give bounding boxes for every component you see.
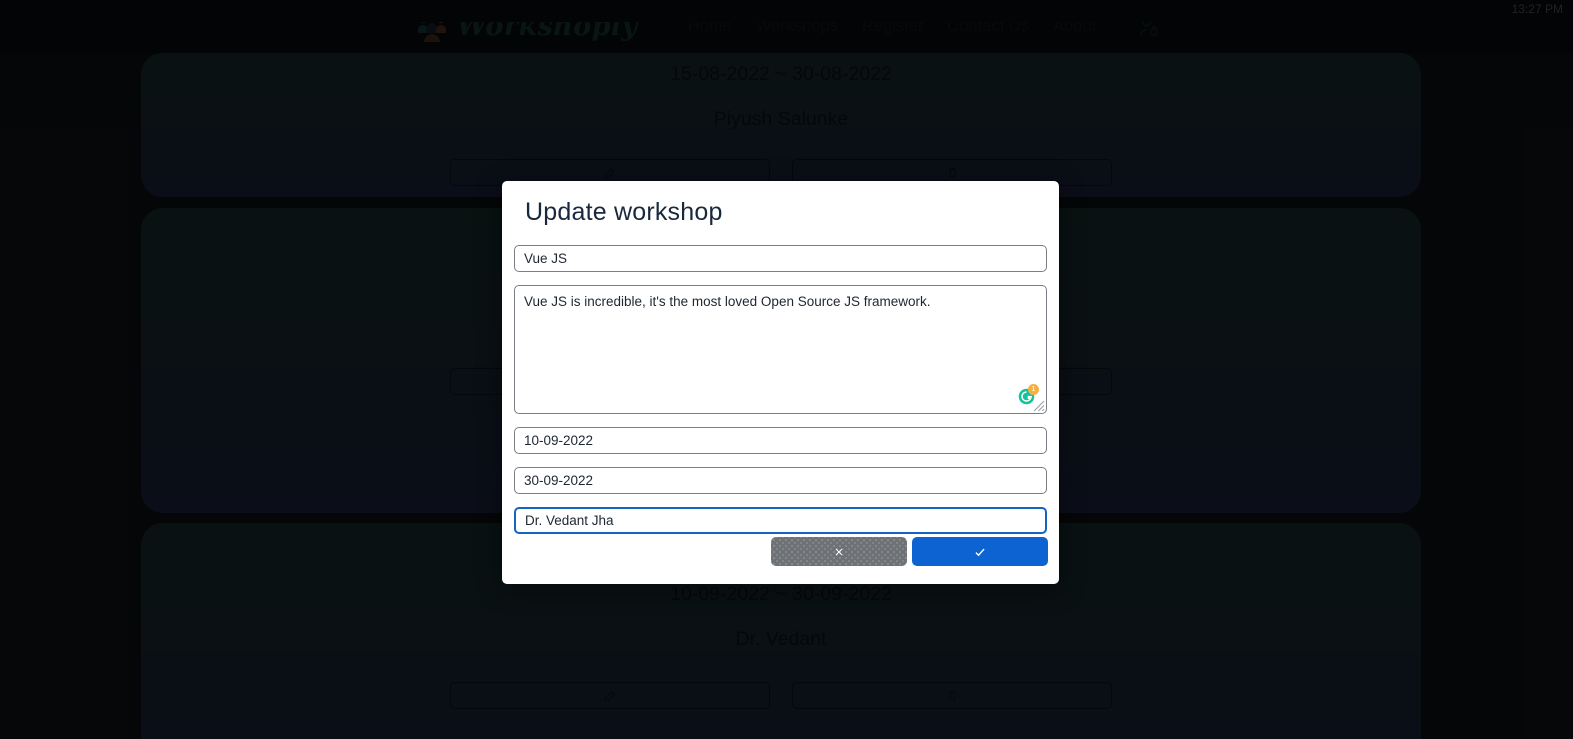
textarea-resize-handle[interactable] xyxy=(1032,399,1045,412)
dialog-title: Update workshop xyxy=(525,198,723,226)
update-workshop-dialog: Update workshop Vue JS is incredible, it… xyxy=(502,181,1059,584)
start-date-input[interactable] xyxy=(514,427,1047,454)
end-date-input[interactable] xyxy=(514,467,1047,494)
workshop-author-input[interactable] xyxy=(514,507,1047,534)
confirm-button[interactable] xyxy=(912,537,1048,566)
dialog-actions xyxy=(771,537,1048,566)
cancel-button[interactable] xyxy=(771,537,907,566)
dialog-form: Vue JS is incredible, it's the most love… xyxy=(514,227,1047,534)
workshop-description-input[interactable]: Vue JS is incredible, it's the most love… xyxy=(514,285,1047,414)
app-root: 15-08-2022 ~ 30-08-2022 Piyush Salunke xyxy=(0,0,1573,739)
workshop-name-input[interactable] xyxy=(514,245,1047,272)
description-field-wrapper: Vue JS is incredible, it's the most love… xyxy=(514,285,1047,414)
close-icon xyxy=(835,548,843,555)
check-icon xyxy=(975,548,985,556)
